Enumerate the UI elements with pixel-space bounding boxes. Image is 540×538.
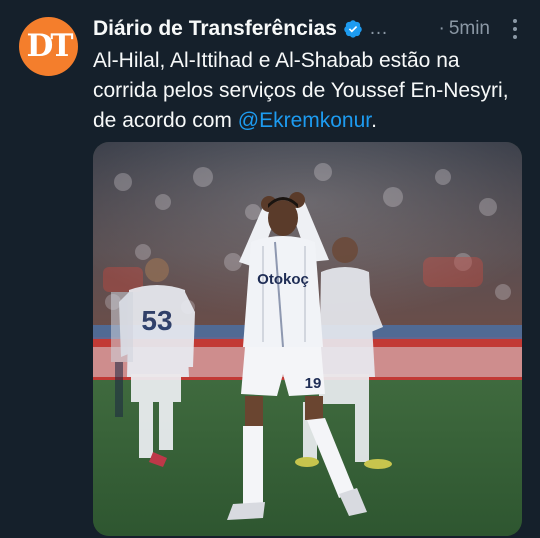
player-left-number: 53 [141, 305, 172, 336]
football-photo: 53 Otokoç 19 [93, 142, 522, 536]
tweet-media-photo[interactable]: 53 Otokoç 19 [93, 142, 522, 536]
verified-badge-icon [344, 20, 362, 38]
tweet-header: Diário de Transferências … · 5min [93, 14, 524, 44]
tweet[interactable]: DT Diário de Transferências … · 5min Al-… [0, 0, 540, 538]
handle[interactable]: … [369, 18, 388, 40]
mention-link[interactable]: @Ekremkonur [238, 109, 371, 132]
timestamp[interactable]: 5min [449, 18, 490, 40]
more-options-icon[interactable] [506, 19, 524, 39]
avatar[interactable]: DT [19, 17, 78, 76]
separator-dot: · [438, 18, 445, 39]
player-main-number: 19 [305, 375, 322, 392]
sponsor-text: Otokoç [257, 271, 309, 288]
dt-logo-icon: DT [26, 28, 74, 64]
tweet-text-end: . [371, 109, 377, 132]
display-name[interactable]: Diário de Transferências [93, 17, 337, 41]
tweet-text: Al-Hilal, Al-Ittihad e Al-Shabab estão n… [93, 46, 523, 136]
